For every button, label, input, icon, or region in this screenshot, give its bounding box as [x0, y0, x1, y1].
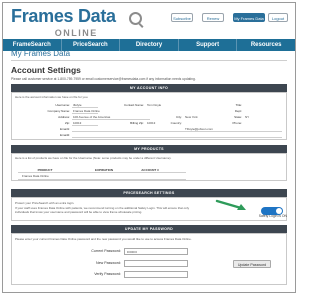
- zip-label: Zip:: [64, 121, 70, 125]
- logo-main: Frames Data: [11, 6, 116, 26]
- nav-resources[interactable]: Resources: [237, 39, 295, 51]
- divider: [11, 60, 287, 61]
- current-password-input[interactable]: [124, 248, 188, 255]
- my-frames-data-button[interactable]: My Frames Data: [233, 13, 265, 22]
- table-divider: [18, 179, 186, 180]
- email1-label: Email1:: [59, 127, 70, 131]
- company-label: Company Name:: [47, 109, 70, 113]
- field-underline: [72, 131, 282, 132]
- products-bar: MY PRODUCTS: [11, 145, 287, 153]
- support-text: Please call customer service at 1-800-75…: [11, 77, 196, 81]
- table-divider: [18, 172, 186, 173]
- renew-button[interactable]: Renew: [202, 13, 224, 22]
- state-label: State:: [234, 115, 242, 119]
- city-value: New York: [185, 115, 198, 119]
- logout-button[interactable]: Logout: [268, 13, 288, 22]
- account-intro: Here is the account information we have …: [15, 95, 89, 99]
- field-underline: [72, 125, 98, 126]
- title-label: Title:: [235, 103, 242, 107]
- contact-label: Contact Name:: [123, 103, 144, 107]
- contact-value: Tom Doyle: [147, 103, 162, 107]
- update-password-bar: UPDATE MY PASSWORD: [11, 225, 287, 233]
- field-underline: [72, 107, 98, 108]
- dept-label: Dept:: [234, 109, 242, 113]
- magnifier-icon: [129, 12, 142, 25]
- field-underline: [72, 113, 98, 114]
- account-info-bar: MY ACCOUNT INFO: [11, 84, 287, 92]
- new-password-label: New Password:: [96, 261, 121, 265]
- safety-login-label: Safety Login is ON: [258, 214, 287, 218]
- state-value: NY: [245, 115, 250, 119]
- page-title: Account Settings: [11, 65, 81, 75]
- pricesearch-bar: PRICESEARCH SETTINGS: [11, 189, 287, 197]
- subscribe-button[interactable]: Subscribe: [171, 13, 193, 22]
- billing-zip-label: Billing Zip:: [130, 121, 144, 125]
- field-underline: [72, 119, 150, 120]
- nav-pricesearch[interactable]: PriceSearch: [62, 39, 121, 51]
- nav-directory[interactable]: Directory: [120, 39, 179, 51]
- current-password-label: Current Password:: [91, 249, 121, 253]
- header: Frames Data ONLINE Subscribe Renew My Fr…: [3, 3, 295, 39]
- city-label: City:: [176, 115, 182, 119]
- nav-support[interactable]: Support: [179, 39, 238, 51]
- email2-label: Email2:: [59, 133, 70, 137]
- address-label: Address:: [58, 115, 70, 119]
- pricesearch-line3: individuals that know your username and …: [15, 210, 143, 214]
- country-label: Country:: [170, 121, 182, 125]
- update-password-button[interactable]: Update Password: [233, 260, 271, 268]
- products-box: Here is a list of products we have on fi…: [11, 153, 287, 181]
- password-intro: Please enter your current Frames Data On…: [15, 237, 192, 241]
- products-intro: Here is a list of products we have on fi…: [15, 156, 172, 160]
- pricesearch-line1: Protect your PriceSearch with an extra l…: [15, 201, 75, 205]
- product-name: Frames Data Online: [22, 174, 49, 178]
- new-password-input[interactable]: [124, 260, 188, 267]
- arrow-icon: [215, 199, 246, 210]
- logo[interactable]: Frames Data ONLINE: [11, 6, 142, 38]
- verify-password-label: Verify Password:: [94, 272, 121, 276]
- phone-label: Phone:: [232, 121, 242, 125]
- field-underline: [72, 137, 282, 138]
- page-frame: Frames Data ONLINE Subscribe Renew My Fr…: [2, 2, 296, 293]
- account-info-box: Here is the account information we have …: [11, 92, 287, 140]
- username-label: Username:: [55, 103, 70, 107]
- verify-password-input[interactable]: [124, 271, 188, 278]
- section-title: My Frames Data: [11, 49, 71, 58]
